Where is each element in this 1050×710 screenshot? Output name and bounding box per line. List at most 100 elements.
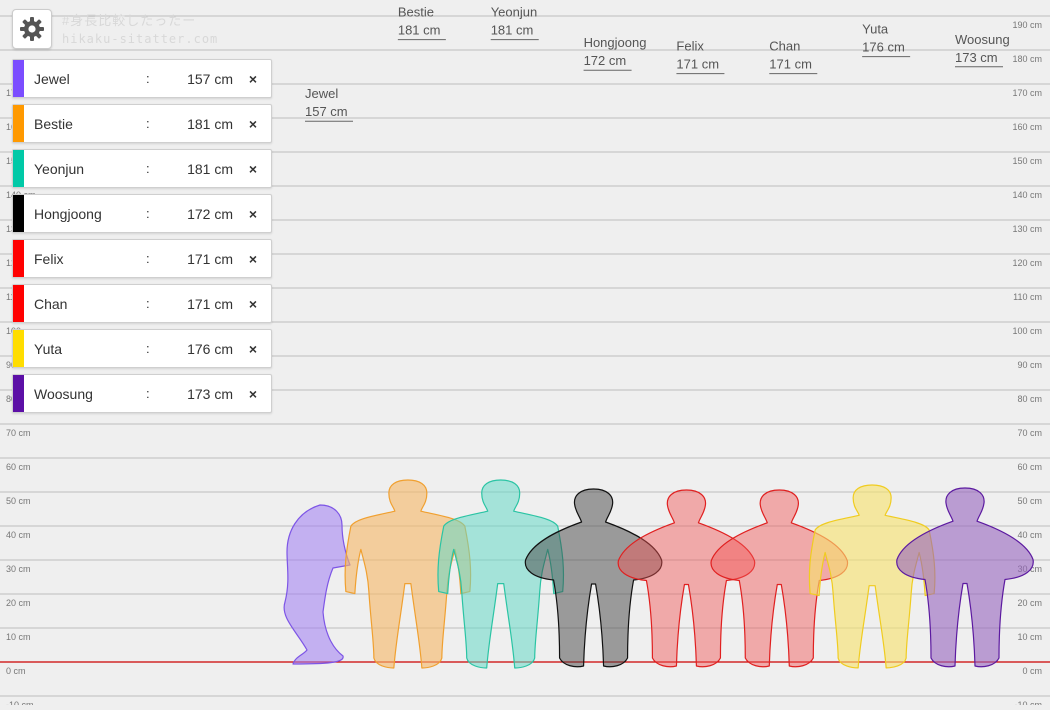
separator: : — [146, 116, 150, 131]
silhouette-chan — [710, 489, 849, 668]
separator: : — [146, 206, 150, 221]
scale-label-right: 150 cm — [1012, 156, 1042, 166]
person-height[interactable]: 181 cm — [187, 116, 233, 132]
person-list: Jewel: 157 cm × Bestie: 181 cm × Yeonjun: 181 c… — [12, 59, 272, 419]
person-card-woosung[interactable]: Woosung: 173 cm × — [12, 374, 272, 413]
figure-name-label: Hongjoong — [584, 35, 647, 50]
scale-label-right: 100 cm — [1012, 326, 1042, 336]
scale-label-left: 20 cm — [6, 598, 31, 608]
scale-label-right: 120 cm — [1012, 258, 1042, 268]
scale-label-right: 130 cm — [1012, 224, 1042, 234]
person-card-bestie[interactable]: Bestie: 181 cm × — [12, 104, 272, 143]
separator: : — [146, 296, 150, 311]
scale-label-right: 180 cm — [1012, 54, 1042, 64]
figure-name-label: Jewel — [305, 86, 338, 101]
separator: : — [146, 251, 150, 266]
scale-label-right: 160 cm — [1012, 122, 1042, 132]
person-name: Jewel — [34, 70, 70, 87]
brand-tagline: #身長比較したったー — [62, 13, 197, 28]
figure-jewel[interactable] — [283, 504, 351, 665]
person-height[interactable]: 172 cm — [187, 206, 233, 222]
person-height[interactable]: 173 cm — [187, 386, 233, 402]
color-swatch[interactable] — [13, 240, 24, 277]
gear-icon — [20, 17, 44, 41]
figure-height-label: 176 cm — [862, 40, 905, 55]
close-icon[interactable]: × — [249, 161, 257, 177]
person-name: Felix — [34, 250, 64, 267]
settings-button[interactable] — [12, 9, 52, 49]
separator: : — [146, 341, 150, 356]
person-name: Hongjoong — [34, 205, 102, 222]
figure-height-label: 181 cm — [491, 23, 534, 38]
scale-label-right: 190 cm — [1012, 20, 1042, 30]
scale-label-left: 60 cm — [6, 462, 31, 472]
scale-label-right: 110 cm — [1013, 292, 1042, 302]
silhouette-bestie — [344, 479, 472, 669]
scale-label-left: 70 cm — [6, 428, 31, 438]
color-swatch[interactable] — [13, 330, 24, 367]
person-name: Chan — [34, 295, 68, 312]
figure-bestie[interactable] — [344, 479, 472, 669]
person-height[interactable]: 171 cm — [187, 296, 233, 312]
close-icon[interactable]: × — [249, 386, 257, 402]
figure-height-label: 171 cm — [676, 57, 719, 72]
figure-name-label: Bestie — [398, 5, 434, 20]
label-layer: Jewel 157 cm Bestie 181 cm Yeonjun 181 cm Hong… — [305, 5, 1010, 122]
close-icon[interactable]: × — [249, 251, 257, 267]
figure-layer — [283, 479, 1034, 669]
person-card-jewel[interactable]: Jewel: 157 cm × — [12, 59, 272, 98]
color-swatch[interactable] — [13, 60, 24, 97]
scale-label-right: 0 cm — [1022, 666, 1042, 676]
scale-label-right: 70 cm — [1017, 428, 1042, 438]
separator: : — [146, 161, 150, 176]
scale-label-right: 40 cm — [1017, 530, 1042, 540]
color-swatch[interactable] — [13, 195, 24, 232]
scale-label-left: -10 cm — [6, 700, 34, 705]
scale-label-left: 10 cm — [6, 632, 31, 642]
person-name: Yuta — [34, 340, 63, 357]
figure-height-label: 172 cm — [584, 53, 627, 68]
scale-label-right: 140 cm — [1012, 190, 1042, 200]
figure-name-label: Chan — [769, 39, 800, 54]
figure-woosung[interactable] — [896, 487, 1034, 668]
person-card-yuta[interactable]: Yuta: 176 cm × — [12, 329, 272, 368]
figure-name-label: Yuta — [862, 22, 889, 37]
scale-label-right: 50 cm — [1017, 496, 1042, 506]
separator: : — [146, 386, 150, 401]
close-icon[interactable]: × — [249, 341, 257, 357]
close-icon[interactable]: × — [249, 206, 257, 222]
person-height[interactable]: 171 cm — [187, 251, 233, 267]
scale-label-left: 0 cm — [6, 666, 26, 676]
person-card-yeonjun[interactable]: Yeonjun: 181 cm × — [12, 149, 272, 188]
figure-height-label: 157 cm — [305, 104, 348, 119]
figure-height-label: 181 cm — [398, 23, 441, 38]
brand-site: hikaku-sitatter.com — [62, 32, 219, 46]
person-height[interactable]: 181 cm — [187, 161, 233, 177]
color-swatch[interactable] — [13, 375, 24, 412]
color-swatch[interactable] — [13, 150, 24, 187]
brand-watermark: #身長比較したったー hikaku-sitatter.com — [62, 12, 218, 48]
close-icon[interactable]: × — [249, 296, 257, 312]
color-swatch[interactable] — [13, 105, 24, 142]
figure-height-label: 171 cm — [769, 57, 812, 72]
scale-label-right: 20 cm — [1017, 598, 1042, 608]
figure-chan[interactable] — [710, 489, 849, 668]
person-name: Yeonjun — [34, 160, 85, 177]
person-name: Woosung — [34, 385, 93, 402]
person-height[interactable]: 176 cm — [187, 341, 233, 357]
silhouette-woosung — [896, 487, 1034, 668]
figure-name-label: Woosung — [955, 32, 1010, 47]
person-card-felix[interactable]: Felix: 171 cm × — [12, 239, 272, 278]
figure-name-label: Felix — [676, 39, 704, 54]
person-card-chan[interactable]: Chan: 171 cm × — [12, 284, 272, 323]
silhouette-jewel — [283, 504, 351, 665]
close-icon[interactable]: × — [249, 116, 257, 132]
person-height[interactable]: 157 cm — [187, 71, 233, 87]
scale-label-right: 60 cm — [1017, 462, 1042, 472]
scale-label-right: 170 cm — [1012, 88, 1042, 98]
scale-label-left: 30 cm — [6, 564, 31, 574]
close-icon[interactable]: × — [249, 71, 257, 87]
scale-label-right: 10 cm — [1017, 632, 1042, 642]
person-card-hongjoong[interactable]: Hongjoong: 172 cm × — [12, 194, 272, 233]
color-swatch[interactable] — [13, 285, 24, 322]
